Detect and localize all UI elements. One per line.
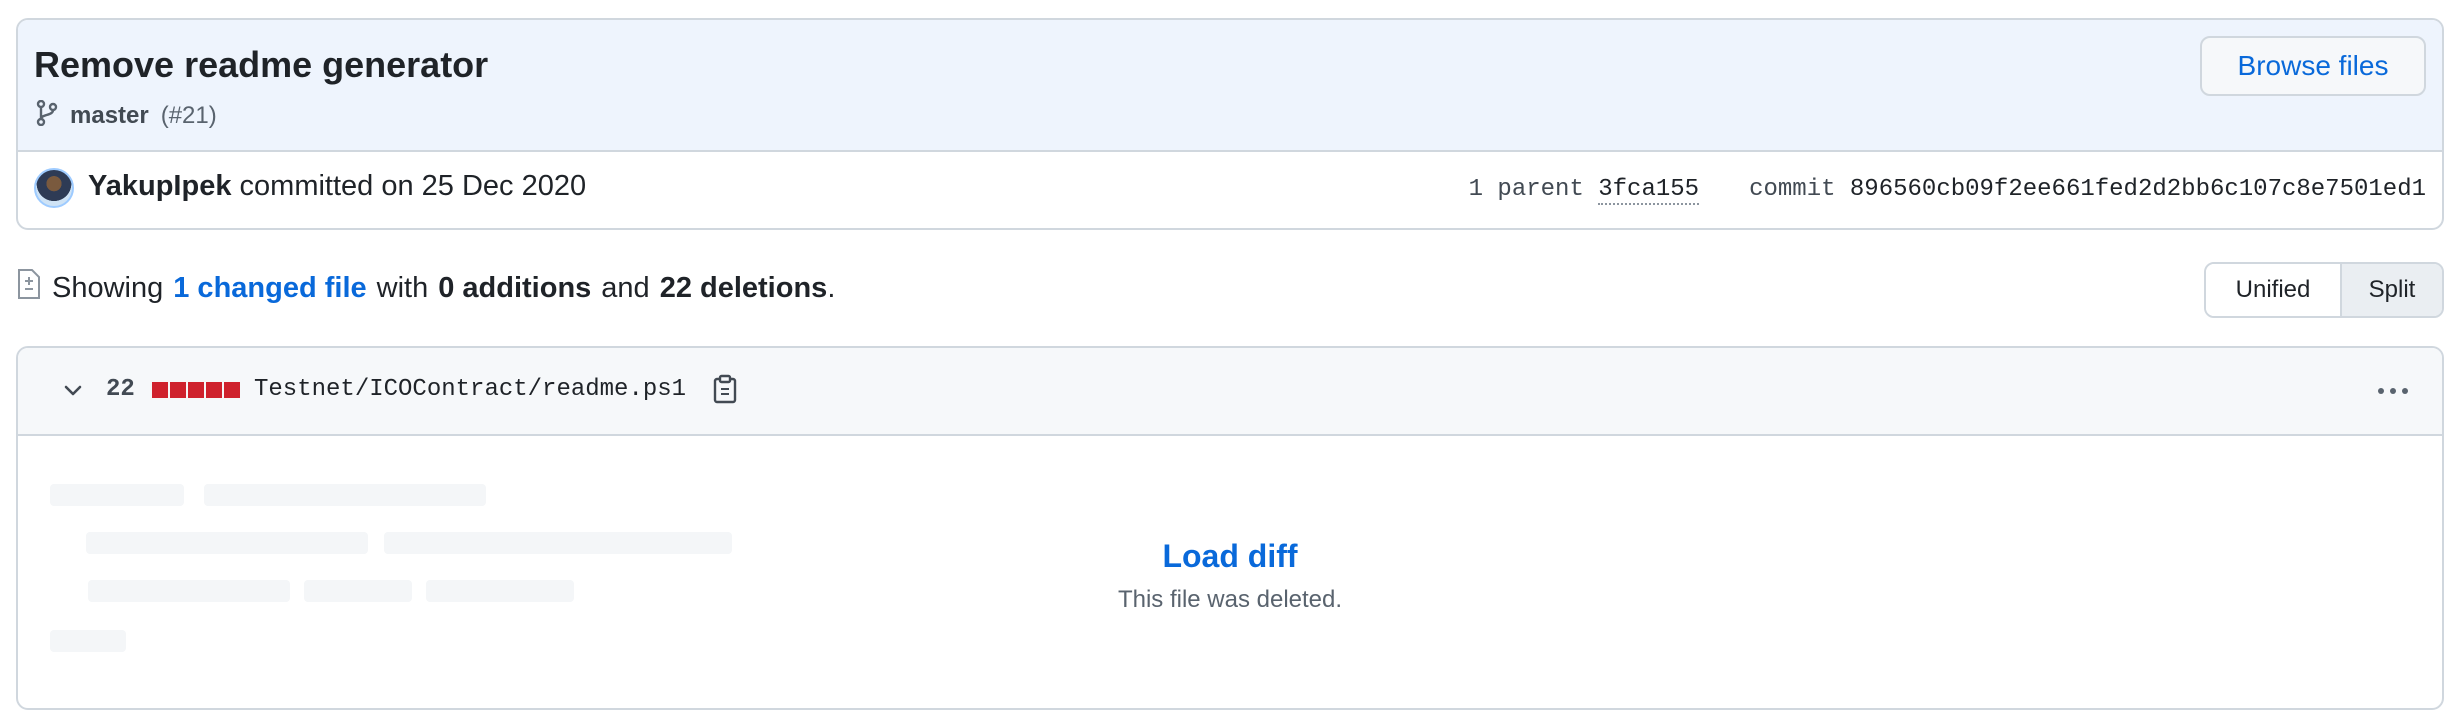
commit-header: Remove readme generator master (#21) Bro… <box>16 18 2444 230</box>
branch-info: master (#21) <box>36 99 217 131</box>
summary-prefix: Showing <box>52 271 164 304</box>
additions-count: 0 additions <box>438 271 592 304</box>
deletion-count: 22 <box>106 376 135 403</box>
file-body: Load diff This file was deleted. <box>18 436 2442 708</box>
parent-info: 1 parent 3fca155 <box>1468 176 1700 205</box>
skeleton-line <box>204 484 486 506</box>
pull-request-link[interactable]: (#21) <box>161 102 217 130</box>
diffstat-block <box>152 382 168 398</box>
diff-summary: Showing 1 changed file with 0 additions … <box>16 268 835 308</box>
kebab-horizontal-icon[interactable] <box>2378 388 2408 394</box>
diffstat-block <box>188 382 204 398</box>
commit-title: Remove readme generator <box>34 44 489 85</box>
author-line: YakupIpek committed on 25 Dec 2020 <box>88 170 586 203</box>
branch-link[interactable]: master <box>70 102 149 130</box>
commit-sha: 896560cb09f2ee661fed2d2bb6c107c8e7501ed1 <box>1849 176 2426 203</box>
summary-with: with <box>376 271 429 304</box>
commit-meta-bar: YakupIpek committed on 25 Dec 2020 1 par… <box>18 152 2442 228</box>
summary-and: and <box>601 271 650 304</box>
diffstat-block <box>206 382 222 398</box>
skeleton-line <box>50 484 184 506</box>
committed-text: committed on 25 Dec 2020 <box>239 170 587 202</box>
commit-info: commit 896560cb09f2ee661fed2d2bb6c107c8e… <box>1749 176 2426 203</box>
file-diff-icon <box>16 268 42 308</box>
file-header: 22 Testnet/ICOContract/readme.ps1 <box>18 348 2442 436</box>
diff-view-toggle: Unified Split <box>2204 262 2444 318</box>
parent-label: 1 parent <box>1468 176 1584 203</box>
copy-icon[interactable] <box>712 374 738 409</box>
commit-label: commit <box>1749 176 1836 203</box>
file-path-link[interactable]: Testnet/ICOContract/readme.ps1 <box>254 376 686 403</box>
git-branch-icon <box>36 99 58 131</box>
diffstat-bar <box>152 382 240 398</box>
file-diff: 22 Testnet/ICOContract/readme.ps1 Load d… <box>16 346 2444 710</box>
commit-meta: 1 parent 3fca155 commit 896560cb09f2ee66… <box>1468 176 2426 205</box>
unified-view-button[interactable]: Unified <box>2206 264 2342 316</box>
diffstat-block <box>224 382 240 398</box>
split-view-button[interactable]: Split <box>2342 264 2442 316</box>
diffstat-block <box>170 382 186 398</box>
changed-files-link[interactable]: 1 changed file <box>173 272 366 305</box>
deletions-count: 22 deletions <box>659 271 828 304</box>
commit-title-bar: Remove readme generator master (#21) Bro… <box>18 20 2442 152</box>
browse-files-button[interactable]: Browse files <box>2200 36 2426 96</box>
author-link[interactable]: YakupIpek <box>88 170 231 202</box>
skeleton-line <box>50 630 126 652</box>
chevron-down-icon[interactable] <box>62 380 84 407</box>
parent-sha-link[interactable]: 3fca155 <box>1598 176 1700 205</box>
summary-suffix: . <box>827 271 836 304</box>
file-deleted-note: This file was deleted. <box>1117 586 1343 613</box>
load-diff-button[interactable]: Load diff <box>18 538 2442 575</box>
avatar[interactable] <box>34 168 74 208</box>
